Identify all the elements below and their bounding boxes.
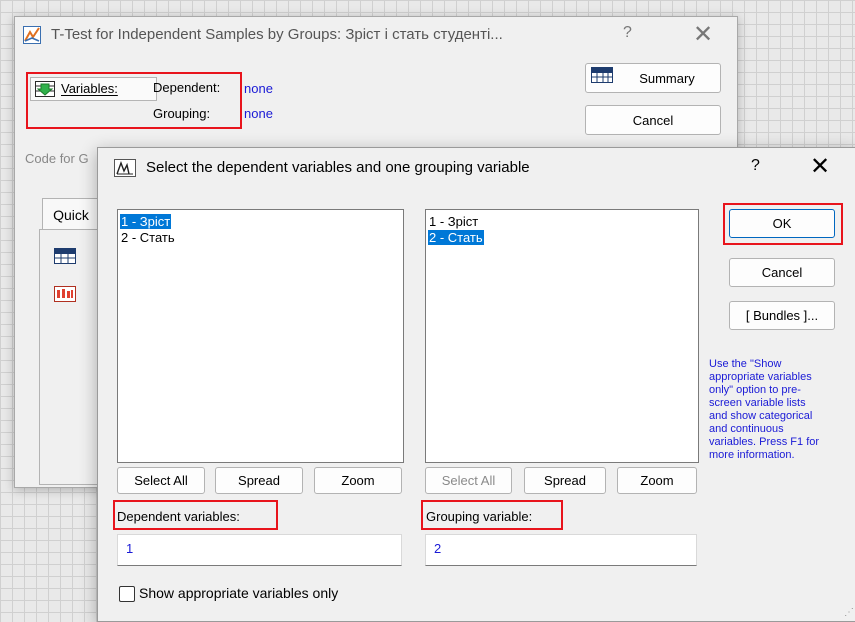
- show-appropriate-checkbox[interactable]: [119, 586, 135, 602]
- cancel-button[interactable]: Cancel: [729, 258, 835, 287]
- left-spread-button[interactable]: Spread: [215, 467, 303, 494]
- right-select-all-button[interactable]: Select All: [425, 467, 512, 494]
- ok-highlight: [723, 203, 843, 245]
- window-title: T-Test for Independent Samples by Groups…: [51, 26, 503, 43]
- tab-quick-label: Quick: [53, 207, 89, 223]
- resize-grip-icon[interactable]: ⋰: [844, 607, 854, 618]
- left-select-all-label: Select All: [134, 473, 188, 488]
- list-item[interactable]: 1 - Зріст: [120, 214, 172, 229]
- dependent-value: none: [244, 81, 273, 96]
- grouping-value: none: [244, 106, 273, 121]
- right-zoom-label: Zoom: [640, 473, 674, 488]
- show-appropriate-label[interactable]: Show appropriate variables only: [139, 585, 338, 601]
- cancel-main-button-label: Cancel: [632, 112, 674, 128]
- grouping-variable-field[interactable]: 2: [425, 534, 697, 566]
- summary-button[interactable]: Summary: [585, 63, 721, 93]
- app-icon: [23, 26, 41, 44]
- grouping-variable-list[interactable]: 1 - Зріст 2 - Стать: [425, 209, 699, 463]
- left-spread-label: Spread: [238, 473, 280, 488]
- dialog-icon: [114, 159, 136, 177]
- dependent-variables-list[interactable]: 1 - Зріст 2 - Стать: [117, 209, 404, 463]
- box-plot-icon[interactable]: [54, 286, 76, 302]
- dialog-help-icon[interactable]: ?: [751, 157, 760, 175]
- left-zoom-label: Zoom: [341, 473, 375, 488]
- tab-quick[interactable]: Quick: [42, 198, 100, 231]
- cancel-button-label: Cancel: [761, 265, 803, 280]
- list-item[interactable]: 2 - Стать: [428, 230, 484, 245]
- cancel-main-button[interactable]: Cancel: [585, 105, 721, 135]
- select-variables-dialog: Select the dependent variables and one g…: [97, 147, 855, 622]
- list-item[interactable]: 2 - Стать: [120, 230, 176, 245]
- right-spread-label: Spread: [544, 473, 586, 488]
- code-for-label: Code for G: [25, 151, 89, 166]
- hint-text: Use the "Show appropriate variables only…: [709, 358, 820, 461]
- right-zoom-button[interactable]: Zoom: [617, 467, 697, 494]
- bundles-button-label: [ Bundles ]...: [745, 308, 819, 323]
- list-item[interactable]: 1 - Зріст: [428, 214, 479, 229]
- dependent-variables-field[interactable]: 1: [117, 534, 402, 566]
- variables-highlight: [26, 72, 242, 129]
- summary-button-label: Summary: [639, 70, 695, 86]
- dialog-title: Select the dependent variables and one g…: [146, 159, 530, 176]
- help-icon[interactable]: ?: [623, 24, 632, 42]
- left-select-all-button[interactable]: Select All: [117, 467, 205, 494]
- dependent-label-highlight: [113, 500, 278, 530]
- ttest-titlebar: T-Test for Independent Samples by Groups…: [15, 17, 737, 51]
- right-select-all-label: Select All: [441, 473, 496, 488]
- summary-table-icon[interactable]: [54, 248, 76, 264]
- close-icon[interactable]: ✕: [693, 20, 713, 49]
- bundles-button[interactable]: [ Bundles ]...: [729, 301, 835, 330]
- right-spread-button[interactable]: Spread: [524, 467, 606, 494]
- grouping-label-highlight: [421, 500, 563, 530]
- dialog-close-icon[interactable]: ✕: [810, 152, 830, 181]
- left-zoom-button[interactable]: Zoom: [314, 467, 402, 494]
- summary-icon: [591, 67, 613, 83]
